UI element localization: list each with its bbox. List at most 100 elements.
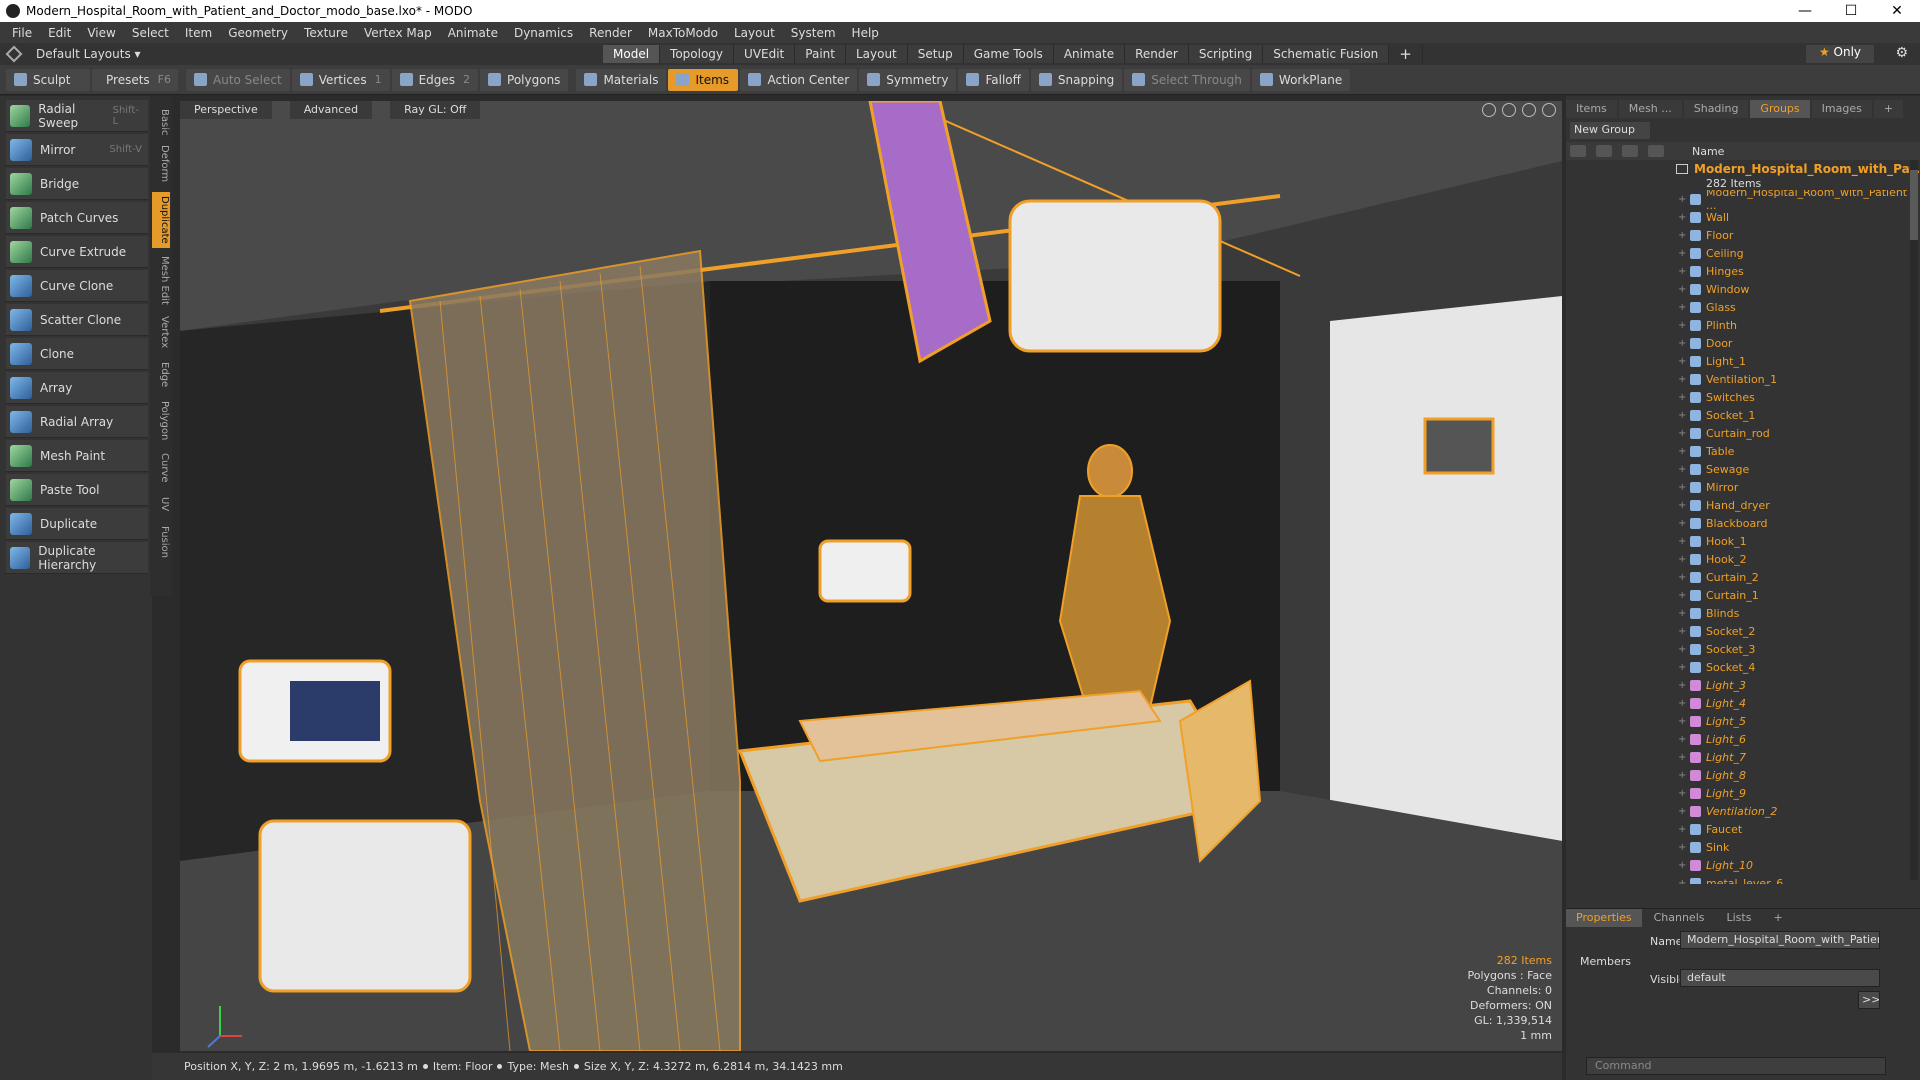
vtab-polygon[interactable]: Polygon xyxy=(152,398,170,444)
expand-icon[interactable]: + xyxy=(1678,662,1686,673)
polygons-button[interactable]: Polygons xyxy=(480,68,569,91)
items-button[interactable]: Items xyxy=(668,68,739,91)
list-item[interactable]: + Light_10 xyxy=(1566,856,1920,874)
tab-render[interactable]: Render xyxy=(1125,45,1189,63)
minimize-button[interactable]: — xyxy=(1782,3,1828,19)
expand-icon[interactable]: + xyxy=(1678,284,1686,295)
more-button[interactable]: >> xyxy=(1858,991,1880,1009)
list-item[interactable]: + Blackboard xyxy=(1566,514,1920,532)
select-through-button[interactable]: Select Through xyxy=(1124,68,1250,91)
bridge-tool[interactable]: Bridge xyxy=(6,168,148,200)
list-item[interactable]: + Light_7 xyxy=(1566,748,1920,766)
mirror-tool[interactable]: Mirror Shift-V xyxy=(6,134,148,166)
expand-icon[interactable]: + xyxy=(1678,446,1686,457)
gear-icon[interactable]: ⚙ xyxy=(1895,45,1908,61)
group-list-scrollbar[interactable] xyxy=(1910,160,1918,880)
clone-tool[interactable]: Clone xyxy=(6,338,148,370)
list-item[interactable]: + Window xyxy=(1566,280,1920,298)
vtab-deform[interactable]: Deform xyxy=(152,144,170,184)
expand-icon[interactable]: + xyxy=(1678,626,1686,637)
expand-icon[interactable]: + xyxy=(1678,752,1686,763)
vtab-basic[interactable]: Basic xyxy=(152,104,170,140)
expand-icon[interactable]: + xyxy=(1678,554,1686,565)
add-tab-button[interactable]: + xyxy=(1389,45,1423,63)
expand-icon[interactable]: + xyxy=(1678,230,1686,241)
vtab-mesh-edit[interactable]: Mesh Edit xyxy=(152,252,170,308)
edges-button[interactable]: Edges 2 xyxy=(391,68,479,91)
list-item[interactable]: + Hinges xyxy=(1566,262,1920,280)
expand-icon[interactable]: + xyxy=(1678,788,1686,799)
list-item[interactable]: + Plinth xyxy=(1566,316,1920,334)
expand-icon[interactable]: + xyxy=(1678,302,1686,313)
expand-icon[interactable]: + xyxy=(1678,374,1686,385)
visible-dropdown[interactable]: default xyxy=(1680,969,1880,987)
list-item[interactable]: + Socket_3 xyxy=(1566,640,1920,658)
list-item[interactable]: + Modern_Hospital_Room_with_Patient ... xyxy=(1566,190,1920,212)
list-item[interactable]: + metal_lever_6 xyxy=(1566,874,1920,884)
menu-dynamics[interactable]: Dynamics xyxy=(506,26,581,40)
auto-select-button[interactable]: Auto Select xyxy=(186,68,290,91)
expand-icon[interactable]: + xyxy=(1678,356,1686,367)
menu-select[interactable]: Select xyxy=(124,26,177,40)
tab-mesh[interactable]: Mesh ... xyxy=(1618,100,1682,118)
menu-render[interactable]: Render xyxy=(581,26,640,40)
list-item[interactable]: + Socket_4 xyxy=(1566,658,1920,676)
duplicate-tool[interactable]: Duplicate xyxy=(6,508,148,540)
maximize-button[interactable]: ☐ xyxy=(1828,3,1874,19)
3d-viewport[interactable]: Perspective Advanced Ray GL: Off 282 Ite… xyxy=(180,101,1562,1051)
expand-icon[interactable]: + xyxy=(1678,338,1686,349)
expand-icon[interactable]: + xyxy=(1678,878,1686,885)
expand-icon[interactable]: + xyxy=(1678,266,1686,277)
falloff-button[interactable]: Falloff xyxy=(958,68,1029,91)
presets-button[interactable]: Presets F6 xyxy=(92,68,178,91)
list-item[interactable]: + Table xyxy=(1566,442,1920,460)
array-tool[interactable]: Array xyxy=(6,372,148,404)
list-item[interactable]: + Wall xyxy=(1566,208,1920,226)
tab-properties[interactable]: Properties xyxy=(1566,909,1642,927)
snapping-button[interactable]: Snapping xyxy=(1030,68,1123,91)
radial-array-tool[interactable]: Radial Array xyxy=(6,406,148,438)
list-item[interactable]: + Light_8 xyxy=(1566,766,1920,784)
list-item[interactable]: + Ventilation_2 xyxy=(1566,802,1920,820)
list-item[interactable]: + Door xyxy=(1566,334,1920,352)
action-center-button[interactable]: Action Center xyxy=(740,68,858,91)
raygl-toggle[interactable]: Ray GL: Off xyxy=(390,101,481,119)
command-input[interactable]: Command xyxy=(1586,1057,1886,1075)
name-column-header[interactable]: Name xyxy=(1684,145,1724,158)
tab-items[interactable]: Items xyxy=(1566,100,1617,118)
vtab-fusion[interactable]: Fusion xyxy=(152,522,170,562)
members-label[interactable]: Members xyxy=(1580,955,1631,968)
list-item[interactable]: + Glass xyxy=(1566,298,1920,316)
list-item[interactable]: + Ventilation_1 xyxy=(1566,370,1920,388)
shading-mode-dropdown[interactable]: Advanced xyxy=(289,101,373,119)
list-item[interactable]: + Socket_1 xyxy=(1566,406,1920,424)
render-column-icon[interactable] xyxy=(1596,145,1612,157)
tab-model[interactable]: Model xyxy=(603,45,661,63)
expand-icon[interactable]: + xyxy=(1678,482,1686,493)
list-item[interactable]: + Sink xyxy=(1566,838,1920,856)
visibility-column-icon[interactable] xyxy=(1570,145,1586,157)
menu-maxtomodo[interactable]: MaxToModo xyxy=(640,26,726,40)
menu-system[interactable]: System xyxy=(783,26,844,40)
expand-icon[interactable]: + xyxy=(1678,842,1686,853)
menu-item[interactable]: Item xyxy=(177,26,220,40)
vertices-button[interactable]: Vertices 1 xyxy=(291,68,390,91)
expand-icon[interactable]: + xyxy=(1678,770,1686,781)
select-column-icon[interactable] xyxy=(1648,145,1664,157)
tab-setup[interactable]: Setup xyxy=(907,45,964,63)
duplicate-hierarchy-tool[interactable]: Duplicate Hierarchy xyxy=(6,542,148,574)
zoom-view-icon[interactable] xyxy=(1522,103,1536,117)
tab-uvedit[interactable]: UVEdit xyxy=(734,45,796,63)
expand-icon[interactable]: + xyxy=(1678,500,1686,511)
vtab-curve[interactable]: Curve xyxy=(152,450,170,486)
new-group-button[interactable]: New Group xyxy=(1570,122,1650,139)
tab-layout[interactable]: Layout xyxy=(845,45,908,63)
expand-icon[interactable]: + xyxy=(1678,464,1686,475)
menu-edit[interactable]: Edit xyxy=(40,26,79,40)
tab-scripting[interactable]: Scripting xyxy=(1188,45,1264,63)
vtab-duplicate[interactable]: Duplicate xyxy=(152,192,170,248)
lock-column-icon[interactable] xyxy=(1622,145,1638,157)
menu-vertex-map[interactable]: Vertex Map xyxy=(356,26,440,40)
list-item[interactable]: + Hook_1 xyxy=(1566,532,1920,550)
expand-icon[interactable]: + xyxy=(1678,824,1686,835)
